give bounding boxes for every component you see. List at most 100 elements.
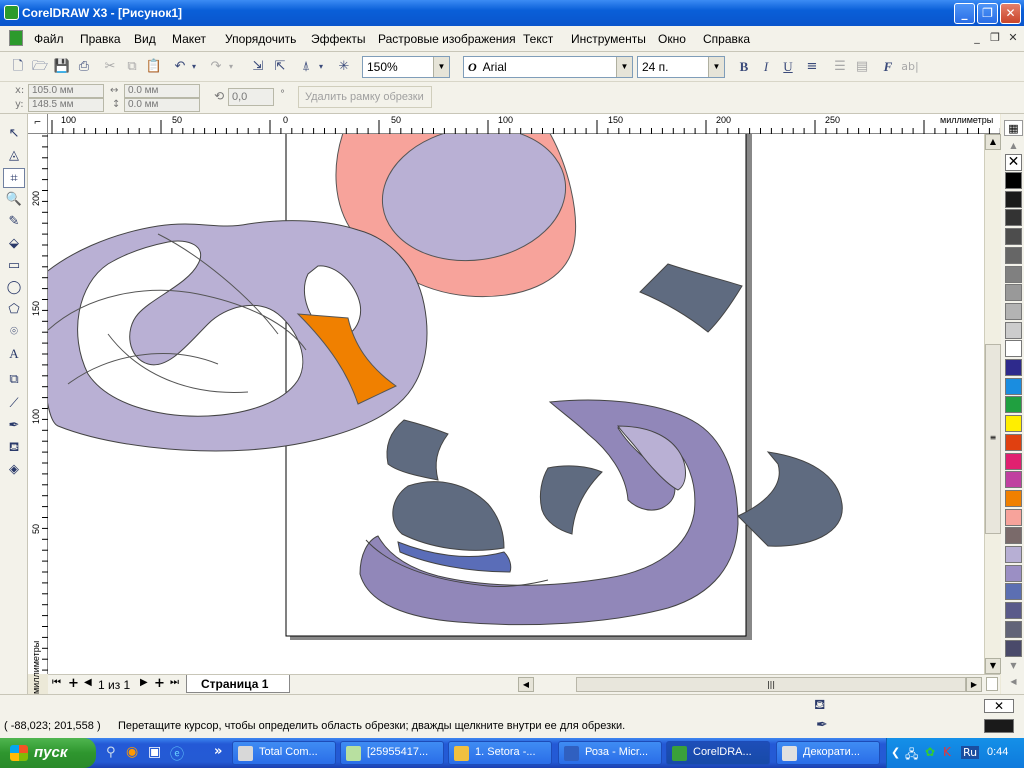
rectangle-tool-icon[interactable]: ▭: [3, 256, 25, 276]
taskbar-task-button[interactable]: 1. Setora -...: [448, 741, 552, 765]
palette-swatch[interactable]: [1005, 620, 1022, 638]
no-color-swatch[interactable]: ✕: [1005, 154, 1022, 171]
redo-icon[interactable]: ↷: [206, 57, 226, 77]
zoom-tool-icon[interactable]: 🔍: [3, 190, 25, 210]
quicklaunch-more-icon[interactable]: »: [214, 744, 222, 759]
menu-bitmaps[interactable]: Растровые изображения: [378, 32, 516, 46]
doc-restore-button[interactable]: ❐: [986, 30, 1004, 46]
last-page-icon[interactable]: ⏭: [170, 677, 179, 688]
palette-options-icon[interactable]: ▦: [1004, 120, 1023, 136]
y-position-field[interactable]: 148.5 мм: [28, 98, 104, 112]
navigator-corner-icon[interactable]: [986, 677, 998, 691]
menu-window[interactable]: Окно: [658, 32, 686, 46]
width-field[interactable]: 0.0 мм: [124, 84, 200, 98]
tray-collapse-icon[interactable]: ❮: [891, 746, 900, 759]
palette-swatch[interactable]: [1005, 583, 1022, 601]
palette-swatch[interactable]: [1005, 284, 1022, 302]
doc-minimize-button[interactable]: _: [968, 30, 986, 46]
next-page-icon[interactable]: ▶: [140, 677, 148, 688]
menu-tools[interactable]: Инструменты: [571, 32, 646, 46]
menu-help[interactable]: Справка: [703, 32, 750, 46]
palette-swatch[interactable]: [1005, 415, 1022, 433]
palette-scroll-up-icon[interactable]: ▲: [1004, 140, 1023, 152]
palette-swatch[interactable]: [1005, 340, 1022, 358]
horizontal-scroll-thumb[interactable]: |||: [576, 677, 966, 692]
undo-icon[interactable]: ↶: [170, 57, 190, 77]
close-button[interactable]: ✕: [1000, 3, 1021, 24]
drawing-canvas[interactable]: [48, 134, 984, 674]
current-fill-swatch[interactable]: ✕: [984, 699, 1014, 713]
undo-dropdown-icon[interactable]: ▾: [189, 57, 199, 77]
current-outline-swatch[interactable]: [984, 719, 1014, 733]
chevron-down-icon[interactable]: ▼: [433, 57, 449, 77]
document-icon[interactable]: [9, 30, 23, 46]
chevron-down-icon[interactable]: ▼: [708, 57, 724, 77]
export-icon[interactable]: ⇱: [270, 57, 290, 77]
menu-text[interactable]: Текст: [523, 32, 553, 46]
palette-scroll-down-icon[interactable]: ▼: [1004, 660, 1023, 672]
open-icon[interactable]: 🗁: [30, 57, 50, 77]
palette-swatch[interactable]: [1005, 508, 1022, 526]
italic-icon[interactable]: I: [756, 57, 776, 77]
menu-view[interactable]: Вид: [134, 32, 156, 46]
font-size-combo[interactable]: 24 п. ▼: [637, 56, 725, 78]
first-page-icon[interactable]: ⏮: [52, 677, 61, 688]
vertical-scrollbar[interactable]: ▲ ≡ ▼: [984, 134, 1001, 674]
network-icon[interactable]: 🖧: [905, 745, 918, 766]
palette-swatch[interactable]: [1005, 265, 1022, 283]
antivirus-icon[interactable]: K: [943, 745, 951, 759]
eyedropper-tool-icon[interactable]: ⟋: [3, 394, 25, 414]
palette-swatch[interactable]: [1005, 302, 1022, 320]
height-field[interactable]: 0.0 мм: [124, 98, 200, 112]
firefox-icon[interactable]: ◉: [126, 744, 138, 760]
fill-tool-icon[interactable]: ⛾: [3, 438, 25, 458]
bullet-list-icon[interactable]: ☰: [830, 57, 850, 77]
font-list-combo[interactable]: O Arial ▼: [463, 56, 633, 78]
palette-swatch[interactable]: [1005, 639, 1022, 657]
ellipse-tool-icon[interactable]: ◯: [3, 278, 25, 298]
clear-crop-marquee-button[interactable]: Удалить рамку обрезки: [298, 86, 432, 108]
palette-swatch[interactable]: [1005, 396, 1022, 414]
add-page-after-icon[interactable]: +: [154, 676, 165, 691]
polygon-tool-icon[interactable]: ⬠: [3, 300, 25, 320]
language-indicator[interactable]: Ru: [961, 746, 980, 759]
palette-swatch[interactable]: [1005, 489, 1022, 507]
coreldraw-app-icon[interactable]: [4, 5, 19, 20]
crop-tool-icon[interactable]: ⌗: [3, 168, 25, 188]
freehand-tool-icon[interactable]: ✎: [3, 212, 25, 232]
ie-icon[interactable]: ⓔ: [170, 744, 184, 764]
palette-swatch[interactable]: [1005, 546, 1022, 563]
paste-icon[interactable]: 📋: [144, 57, 164, 77]
corel-online-icon[interactable]: ✳: [334, 57, 354, 77]
print-icon[interactable]: ⎙: [74, 57, 94, 77]
zoom-levels-combo[interactable]: 150% ▼: [362, 56, 450, 78]
taskbar-task-button[interactable]: CorelDRA...: [666, 741, 770, 765]
menu-effects[interactable]: Эффекты: [311, 32, 366, 46]
menu-arrange[interactable]: Упорядочить: [225, 32, 296, 46]
text-tool-icon[interactable]: A: [3, 344, 25, 364]
minimize-button[interactable]: _: [954, 3, 975, 24]
taskbar-task-button[interactable]: Роза - Micr...: [558, 741, 662, 765]
rotation-angle-field[interactable]: 0,0: [228, 88, 274, 106]
scroll-up-arrow-icon[interactable]: ▲: [985, 134, 1001, 150]
palette-swatch[interactable]: [1005, 172, 1022, 189]
tray-app-icon[interactable]: ✿: [925, 745, 935, 759]
palette-swatch[interactable]: [1005, 377, 1022, 395]
start-button[interactable]: пуск: [0, 738, 96, 768]
palette-swatch[interactable]: [1005, 209, 1022, 227]
chevron-down-icon[interactable]: ▼: [616, 57, 632, 77]
palette-swatch[interactable]: [1005, 452, 1022, 470]
palette-swatch[interactable]: [1005, 359, 1022, 376]
drop-cap-icon[interactable]: ▤: [852, 57, 872, 77]
launcher-dropdown-icon[interactable]: ▾: [316, 57, 326, 77]
palette-expand-icon[interactable]: ◀: [1004, 676, 1023, 688]
palette-swatch[interactable]: [1005, 527, 1022, 545]
show-desktop-icon[interactable]: ⚲: [106, 745, 116, 760]
palette-swatch[interactable]: [1005, 246, 1022, 264]
shape-tool-icon[interactable]: ◬: [3, 146, 25, 166]
palette-swatch[interactable]: [1005, 471, 1022, 489]
menu-layout[interactable]: Макет: [172, 32, 206, 46]
horizontal-alignment-icon[interactable]: ≡: [802, 57, 822, 77]
scroll-thumb[interactable]: ≡: [985, 344, 1001, 534]
palette-swatch[interactable]: [1005, 228, 1022, 246]
